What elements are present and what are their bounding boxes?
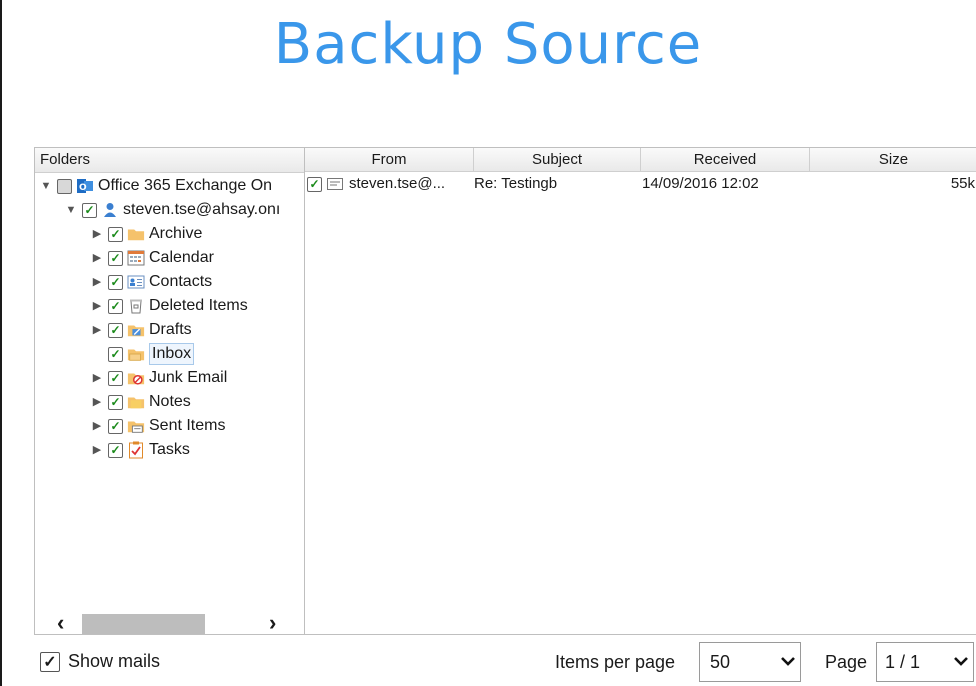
expand-arrow-icon[interactable]: ▶ (90, 438, 104, 462)
tree-node-label: Drafts (149, 321, 192, 338)
column-header-from[interactable]: From (305, 148, 474, 172)
checkbox-sent-items[interactable]: ✓ (108, 418, 123, 434)
items-per-page-select[interactable]: 50 (699, 642, 801, 682)
scroll-right-icon[interactable]: › (269, 610, 276, 636)
tree-node-label: Sent Items (149, 417, 226, 434)
expand-arrow-icon[interactable]: ▶ (90, 366, 104, 390)
checkbox-account[interactable]: ✓ (82, 202, 97, 218)
expand-arrow-icon[interactable]: ▶ (90, 414, 104, 438)
page-label: Page (825, 652, 868, 672)
svg-text:O: O (79, 183, 87, 193)
mail-table-header: From Subject Received Size (305, 148, 976, 172)
calendar-icon (127, 249, 145, 267)
expand-arrow-icon[interactable]: ▶ (90, 246, 104, 270)
tree-node-contacts[interactable]: ▶ ✓ Contacts (90, 270, 212, 294)
mail-icon (326, 175, 344, 193)
chevron-down-icon (776, 653, 800, 671)
notes-icon (127, 393, 145, 411)
scrollbar-thumb[interactable] (82, 614, 205, 634)
checkbox-calendar[interactable]: ✓ (108, 250, 123, 266)
tree-node-calendar[interactable]: ▶ ✓ Calendar (90, 246, 214, 270)
show-mails-checkbox[interactable]: ✓ (40, 651, 60, 672)
mail-list-pane: From Subject Received Size ✓ steven.tse@… (305, 148, 976, 634)
page-select[interactable]: 1 / 1 (876, 642, 974, 682)
scroll-left-icon[interactable]: ‹ (57, 610, 64, 636)
tree-node-label: Archive (149, 225, 203, 242)
trash-icon (127, 297, 145, 315)
tree-node-label: Notes (149, 393, 191, 410)
folders-column-header: Folders (35, 148, 304, 173)
checkbox-notes[interactable]: ✓ (108, 394, 123, 410)
checkbox-archive[interactable]: ✓ (108, 226, 123, 242)
tasks-icon (127, 441, 145, 459)
tree-node-label: Contacts (149, 273, 213, 290)
checkbox-inbox[interactable]: ✓ (108, 346, 123, 362)
show-mails-toggle[interactable]: ✓ Show mails (40, 651, 160, 672)
contacts-icon (127, 273, 145, 291)
tree-node-inbox[interactable]: ✓ Inbox (104, 342, 195, 366)
folder-icon (127, 225, 145, 243)
tree-node-label: Junk Email (149, 369, 228, 386)
user-icon (101, 201, 119, 219)
tree-node-junk-email[interactable]: ▶ ✓ Junk Email (90, 366, 227, 390)
checkbox-junk-email[interactable]: ✓ (108, 370, 123, 386)
checkbox-drafts[interactable]: ✓ (108, 322, 123, 338)
checkbox-tasks[interactable]: ✓ (108, 442, 123, 458)
office365-icon: O (76, 177, 94, 195)
checkbox-contacts[interactable]: ✓ (108, 274, 123, 290)
folder-tree-horizontal-scrollbar[interactable]: ‹ › (35, 608, 304, 636)
items-per-page-label: Items per page (555, 652, 676, 672)
mail-from-cell: ✓ steven.tse@... (305, 172, 474, 196)
column-header-received[interactable]: Received (641, 148, 810, 172)
checkbox-mail[interactable]: ✓ (307, 176, 322, 192)
expand-arrow-icon[interactable]: ▶ (90, 390, 104, 414)
tree-node-drafts[interactable]: ▶ ✓ Drafts (90, 318, 192, 342)
mail-row[interactable]: ✓ steven.tse@... Re: Testingb 14/09/2016… (305, 172, 976, 196)
sent-icon (127, 417, 145, 435)
items-per-page-value: 50 (710, 651, 731, 672)
mail-subject: Re: Testingb (474, 175, 558, 192)
tree-node-sent-items[interactable]: ▶ ✓ Sent Items (90, 414, 226, 438)
drafts-icon (127, 321, 145, 339)
tree-node-label: Deleted Items (149, 297, 248, 314)
tree-node-deleted-items[interactable]: ▶ ✓ Deleted Items (90, 294, 248, 318)
column-header-size[interactable]: Size (810, 148, 976, 172)
expand-arrow-icon[interactable]: ▼ (39, 174, 53, 198)
junk-icon (127, 369, 145, 387)
checkbox-deleted-items[interactable]: ✓ (108, 298, 123, 314)
mail-from: steven.tse@... (349, 175, 446, 192)
expand-arrow-icon[interactable]: ▼ (64, 198, 78, 222)
tree-node-account[interactable]: ▼ ✓ steven.tse@ahsay.onı (64, 198, 281, 222)
chevron-down-icon (949, 653, 973, 671)
tree-node-label: Tasks (149, 441, 190, 458)
tree-node-label: steven.tse@ahsay.onı (123, 201, 281, 218)
show-mails-label: Show mails (68, 651, 161, 671)
checkbox-root[interactable]: ✓ (57, 178, 72, 194)
expand-arrow-icon[interactable]: ▶ (90, 222, 104, 246)
mail-received: 14/09/2016 12:02 (642, 175, 759, 192)
mail-size: 55k (950, 175, 975, 192)
expand-arrow-icon[interactable]: ▶ (90, 318, 104, 342)
tree-node-notes[interactable]: ▶ ✓ Notes (90, 390, 191, 414)
footer-bar: ✓ Show mails Items per page 50 Page 1 / … (0, 634, 976, 686)
page-title: Backup Source (273, 12, 703, 77)
column-header-subject[interactable]: Subject (474, 148, 641, 172)
expand-arrow-icon[interactable]: ▶ (90, 294, 104, 318)
expand-arrow-icon[interactable]: ▶ (90, 270, 104, 294)
inbox-icon (127, 345, 145, 363)
tree-node-root[interactable]: ▼ ✓ O Office 365 Exchange On (39, 174, 273, 198)
tree-node-label: Inbox (149, 343, 195, 365)
tree-node-label: Calendar (149, 249, 214, 266)
tree-node-label: Office 365 Exchange On (98, 177, 273, 194)
backup-source-panel: Folders ▼ ✓ O Office 365 Exchange On ▼ ✓… (34, 147, 976, 635)
tree-node-archive[interactable]: ▶ ✓ Archive (90, 222, 203, 246)
page-value: 1 / 1 (885, 651, 921, 672)
tree-node-tasks[interactable]: ▶ ✓ Tasks (90, 438, 190, 462)
folder-tree-pane: Folders ▼ ✓ O Office 365 Exchange On ▼ ✓… (35, 148, 305, 636)
